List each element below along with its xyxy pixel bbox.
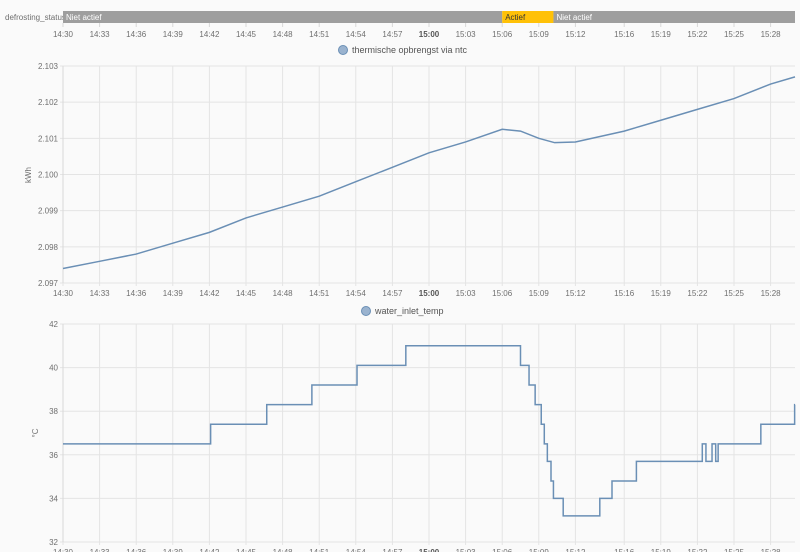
x-tick-label: 14:33: [90, 548, 111, 552]
x-tick-label: 15:12: [565, 289, 586, 298]
x-tick-label: 15:28: [761, 289, 782, 298]
x-tick-label: 15:25: [724, 30, 745, 39]
x-tick-label: 15:00: [419, 30, 440, 39]
x-tick-label: 15:06: [492, 548, 513, 552]
x-tick-label: 14:39: [163, 289, 184, 298]
y-tick-label: 2.099: [38, 207, 59, 216]
legend-label: water_inlet_temp: [374, 306, 444, 316]
x-tick-label: 15:09: [529, 30, 550, 39]
x-tick-label: 15:09: [529, 548, 550, 552]
y-tick-label: 36: [49, 451, 58, 460]
y-tick-label: 2.098: [38, 243, 59, 252]
x-tick-label: 14:57: [382, 548, 403, 552]
x-tick-label: 14:30: [53, 30, 74, 39]
y-tick-label: 42: [49, 320, 58, 329]
x-tick-label: 14:54: [346, 548, 367, 552]
x-tick-label: 15:00: [419, 548, 440, 552]
y-axis-label: kWh: [24, 167, 33, 183]
y-axis-label: °C: [31, 428, 40, 437]
x-tick-label: 15:22: [687, 548, 708, 552]
x-tick-label: 15:03: [456, 548, 477, 552]
x-tick-label: 14:39: [163, 30, 184, 39]
legend-marker-icon[interactable]: [338, 45, 348, 55]
x-tick-label: 15:00: [419, 289, 440, 298]
x-tick-label: 15:06: [492, 30, 513, 39]
x-tick-label: 15:25: [724, 548, 745, 552]
timeline-bar[interactable]: Niet actief Actief Niet actief: [63, 11, 795, 23]
x-tick-label: 14:51: [309, 548, 330, 552]
x-tick-label: 14:36: [126, 289, 147, 298]
x-tick-label: 15:22: [687, 289, 708, 298]
x-tick-label: 14:45: [236, 548, 257, 552]
x-tick-label: 15:19: [651, 548, 672, 552]
x-tick-label: 14:57: [382, 30, 403, 39]
x-tick-label: 15:03: [456, 289, 477, 298]
x-tick-label: 15:25: [724, 289, 745, 298]
x-tick-label: 15:06: [492, 289, 513, 298]
x-tick-label: 14:51: [309, 289, 330, 298]
x-tick-label: 14:33: [90, 30, 111, 39]
x-tick-label: 15:19: [651, 30, 672, 39]
x-tick-label: 14:33: [90, 289, 111, 298]
y-tick-label: 2.097: [38, 279, 59, 288]
timeline-segment[interactable]: [63, 11, 503, 23]
x-tick-label: 15:12: [565, 30, 586, 39]
x-tick-label: 14:36: [126, 30, 147, 39]
timeline-segment-label: Actief: [505, 13, 526, 22]
timeline-entity-label: defrosting_status: [5, 13, 66, 22]
x-tick-label: 15:16: [614, 548, 635, 552]
x-tick-label: 14:39: [163, 548, 184, 552]
x-tick-label: 14:48: [273, 30, 294, 39]
x-tick-label: 15:22: [687, 30, 708, 39]
history-panel: defrosting_status Niet actief Actief Niet …: [5, 11, 796, 552]
y-tick-label: 34: [49, 494, 58, 503]
y-tick-label: 2.102: [38, 98, 59, 107]
x-tick-label: 14:54: [346, 30, 367, 39]
y-tick-label: 40: [49, 364, 58, 373]
x-tick-label: 14:42: [199, 548, 220, 552]
x-tick-label: 14:57: [382, 289, 403, 298]
x-tick-label: 14:45: [236, 30, 257, 39]
x-tick-label: 14:45: [236, 289, 257, 298]
x-tick-label: 14:48: [273, 548, 294, 552]
x-tick-label: 14:48: [273, 289, 294, 298]
temperature-chart[interactable]: water_inlet_temp °C 42 40 38 36 34 3214:30 14:…: [31, 306, 796, 552]
x-tick-label: 14:42: [199, 289, 220, 298]
y-tick-label: 38: [49, 407, 58, 416]
y-tick-label: 2.101: [38, 134, 59, 143]
x-tick-label: 14:30: [53, 289, 74, 298]
x-tick-label: 15:28: [761, 30, 782, 39]
x-tick-label: 14:30: [53, 548, 74, 552]
x-tick-label: 15:09: [529, 289, 550, 298]
legend-label[interactable]: thermische opbrengst via ntc: [352, 45, 468, 55]
x-tick-label: 14:36: [126, 548, 147, 552]
timeline-segment-label: Niet actief: [556, 13, 592, 22]
y-tick-label: 32: [49, 538, 58, 547]
y-tick-label: 2.103: [38, 62, 59, 71]
legend-marker-icon[interactable]: [361, 306, 371, 316]
x-tick-label: 15:16: [614, 30, 635, 39]
x-tick-label: 15:19: [651, 289, 672, 298]
x-tick-label: 14:42: [199, 30, 220, 39]
x-tick-label: 15:28: [761, 548, 782, 552]
energy-chart[interactable]: thermische opbrengst via ntc kWh 2.103 2.…: [24, 45, 796, 298]
x-tick-label: 15:12: [565, 548, 586, 552]
timeline-segment-label: Niet actief: [66, 13, 102, 22]
y-tick-label: 2.100: [38, 171, 59, 180]
timeline-axis: 14:30 14:33 14:36 14:39 14:42 14:45 14:48 14:51…: [53, 23, 781, 39]
x-tick-label: 14:51: [309, 30, 330, 39]
x-tick-label: 14:54: [346, 289, 367, 298]
x-tick-label: 15:03: [456, 30, 477, 39]
x-tick-label: 15:16: [614, 289, 635, 298]
